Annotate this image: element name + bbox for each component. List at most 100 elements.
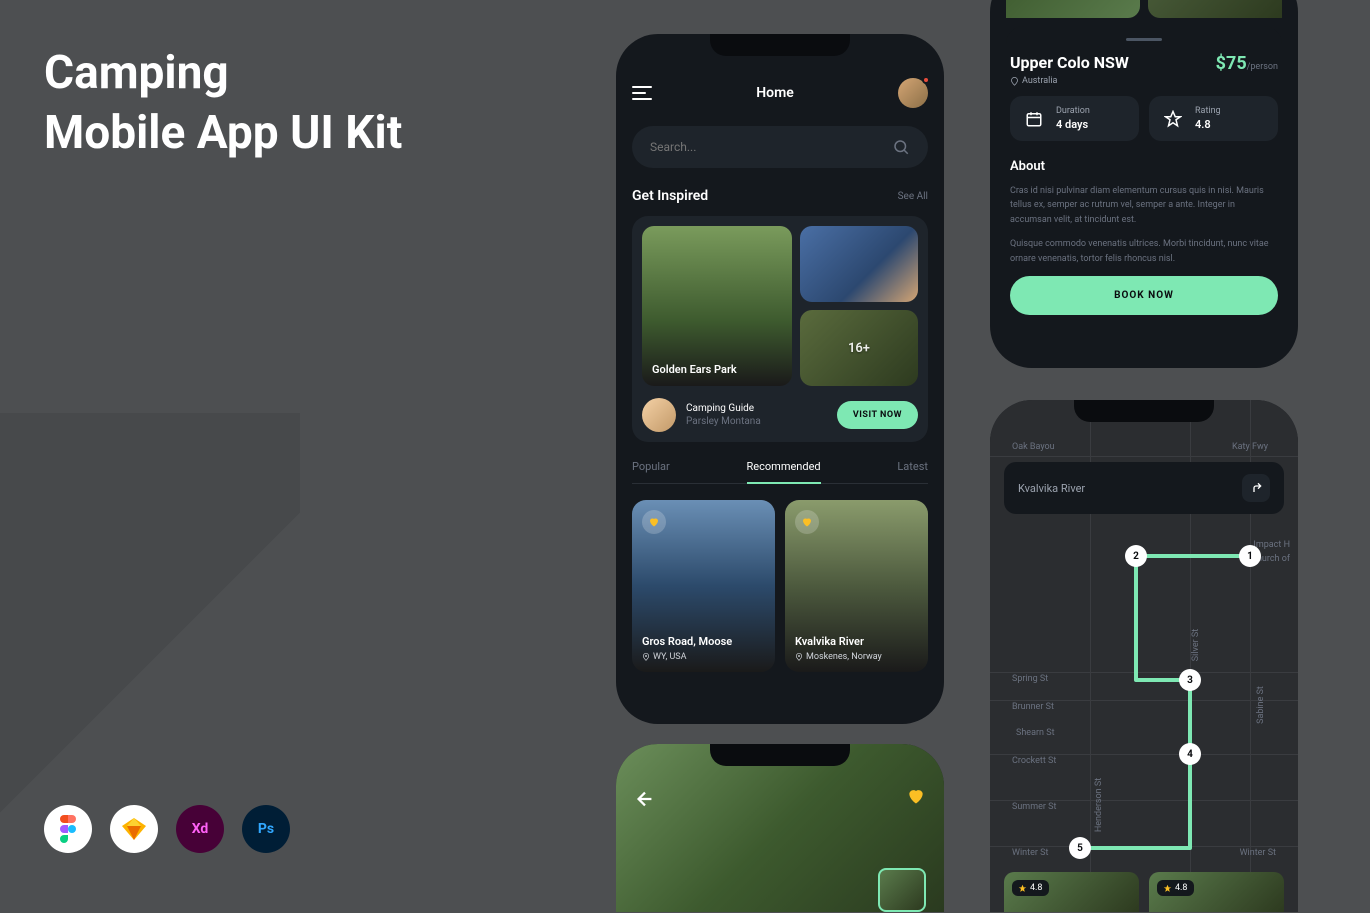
recommended-location-2: Moskenes, Norway [795,652,918,662]
pin-icon [795,653,803,661]
tab-latest[interactable]: Latest [897,460,928,483]
sheet-handle[interactable] [1126,38,1162,41]
destination-name: Upper Colo NSW [1010,53,1129,72]
tool-badges: Xd Ps [44,805,290,853]
tab-recommended[interactable]: Recommended [747,460,821,483]
see-all-link[interactable]: See All [898,191,928,202]
phone-notch [1074,400,1214,422]
duration-value: 4 days [1056,118,1090,131]
recommended-card-1[interactable]: Gros Road, Moose WY, USA [632,500,775,672]
detail-sheet: Upper Colo NSW Australia $75/person Dura… [1006,26,1282,315]
map-view[interactable]: Taylor St Oak Bayou Katy Fwy Spring St B… [990,400,1298,912]
back-arrow-icon[interactable] [634,788,656,810]
promo-line-2: Mobile App UI Kit [44,104,402,164]
recommended-title-2: Kvalvika River [795,635,918,648]
rating-stat: Rating 4.8 [1149,96,1278,141]
notification-dot [922,76,930,84]
thumbnail-preview[interactable] [878,868,926,912]
search-icon [892,138,910,156]
map-card-1[interactable]: 4.8 [1004,872,1139,912]
inspired-thumb-1[interactable] [800,226,918,302]
phone-notch [710,744,850,766]
promo-title: Camping Mobile App UI Kit [44,44,402,164]
book-now-button[interactable]: BOOK NOW [1010,276,1278,315]
map-screen: Taylor St Oak Bayou Katy Fwy Spring St B… [990,400,1298,912]
inspired-section-header: Get Inspired See All [632,188,928,204]
duration-label: Duration [1056,106,1090,116]
price-unit: /person [1247,62,1278,72]
inspired-thumb-2[interactable]: 16+ [800,310,918,386]
rating-badge: 4.8 [1012,880,1049,896]
map-card-2[interactable]: 4.8 [1149,872,1284,912]
route-node-4[interactable]: 4 [1179,743,1201,765]
recommended-title-1: Gros Road, Moose [642,635,765,648]
favorite-button[interactable] [795,510,819,534]
rating-value: 4.8 [1195,118,1221,131]
star-icon [1161,107,1185,131]
route-node-3[interactable]: 3 [1179,669,1201,691]
heart-icon [648,516,660,528]
inspired-card: Golden Ears Park 16+ Camping Guide Parsl… [632,216,928,442]
image-detail-screen [616,744,944,912]
guide-avatar[interactable] [642,398,676,432]
pin-icon [642,653,650,661]
menu-icon[interactable] [632,86,652,100]
detail-hero-images [1006,0,1282,26]
heart-icon [801,516,813,528]
guide-name: Parsley Montana [686,416,827,427]
about-paragraph-1: Cras id nisi pulvinar diam elementum cur… [1010,184,1278,227]
map-search-text: Kvalvika River [1018,482,1085,495]
search-bar[interactable] [632,126,928,168]
detail-image-2[interactable] [1148,0,1282,18]
route-button[interactable] [1242,474,1270,502]
stats-row: Duration 4 days Rating 4.8 [1010,96,1278,141]
sketch-badge [110,805,158,853]
recommended-location-1: WY, USA [642,652,765,662]
duration-stat: Duration 4 days [1010,96,1139,141]
more-images-count: 16+ [848,341,870,356]
price-value: $75 [1216,53,1247,74]
tab-popular[interactable]: Popular [632,460,670,483]
guide-role: Camping Guide [686,403,827,414]
route-node-5[interactable]: 5 [1069,837,1091,859]
favorite-button[interactable] [642,510,666,534]
promo-line-1: Camping [44,44,402,104]
calendar-icon [1022,107,1046,131]
category-tabs: Popular Recommended Latest [632,460,928,484]
recommended-grid: Gros Road, Moose WY, USA Kvalvika River … [632,500,928,672]
star-icon [1163,884,1172,893]
arrow-turn-icon [1248,480,1264,496]
map-result-cards: 4.8 4.8 [1004,872,1284,912]
inspired-image-grid: Golden Ears Park 16+ [642,226,918,386]
heart-icon [906,786,926,806]
rating-label: Rating [1195,106,1221,116]
detail-screen: Upper Colo NSW Australia $75/person Dura… [990,0,1298,368]
inspired-main-image[interactable]: Golden Ears Park [642,226,792,386]
figma-badge [44,805,92,853]
pin-icon [1010,77,1019,86]
photoshop-badge: Ps [242,805,290,853]
visit-now-button[interactable]: VISIT NOW [837,401,918,429]
star-icon [1018,884,1027,893]
route-node-1[interactable]: 1 [1239,545,1261,567]
about-heading: About [1010,159,1278,174]
profile-avatar[interactable] [898,78,928,108]
detail-image-1[interactable] [1006,0,1140,18]
phone-notch [710,34,850,56]
favorite-button[interactable] [906,786,926,810]
home-header: Home [632,78,928,108]
inspired-main-title: Golden Ears Park [652,363,737,376]
guide-row: Camping Guide Parsley Montana VISIT NOW [642,398,918,432]
search-input[interactable] [650,140,892,154]
rating-badge: 4.8 [1157,880,1194,896]
home-screen: Home Get Inspired See All Golden Ears Pa… [616,34,944,724]
map-search-bar[interactable]: Kvalvika River [1004,462,1284,514]
about-paragraph-2: Quisque commodo venenatis ultrices. Morb… [1010,237,1278,266]
destination-country: Australia [1010,76,1129,86]
hero-image [616,744,944,912]
page-title: Home [756,85,794,101]
recommended-card-2[interactable]: Kvalvika River Moskenes, Norway [785,500,928,672]
inspired-title: Get Inspired [632,188,708,204]
xd-badge: Xd [176,805,224,853]
route-node-2[interactable]: 2 [1125,545,1147,567]
